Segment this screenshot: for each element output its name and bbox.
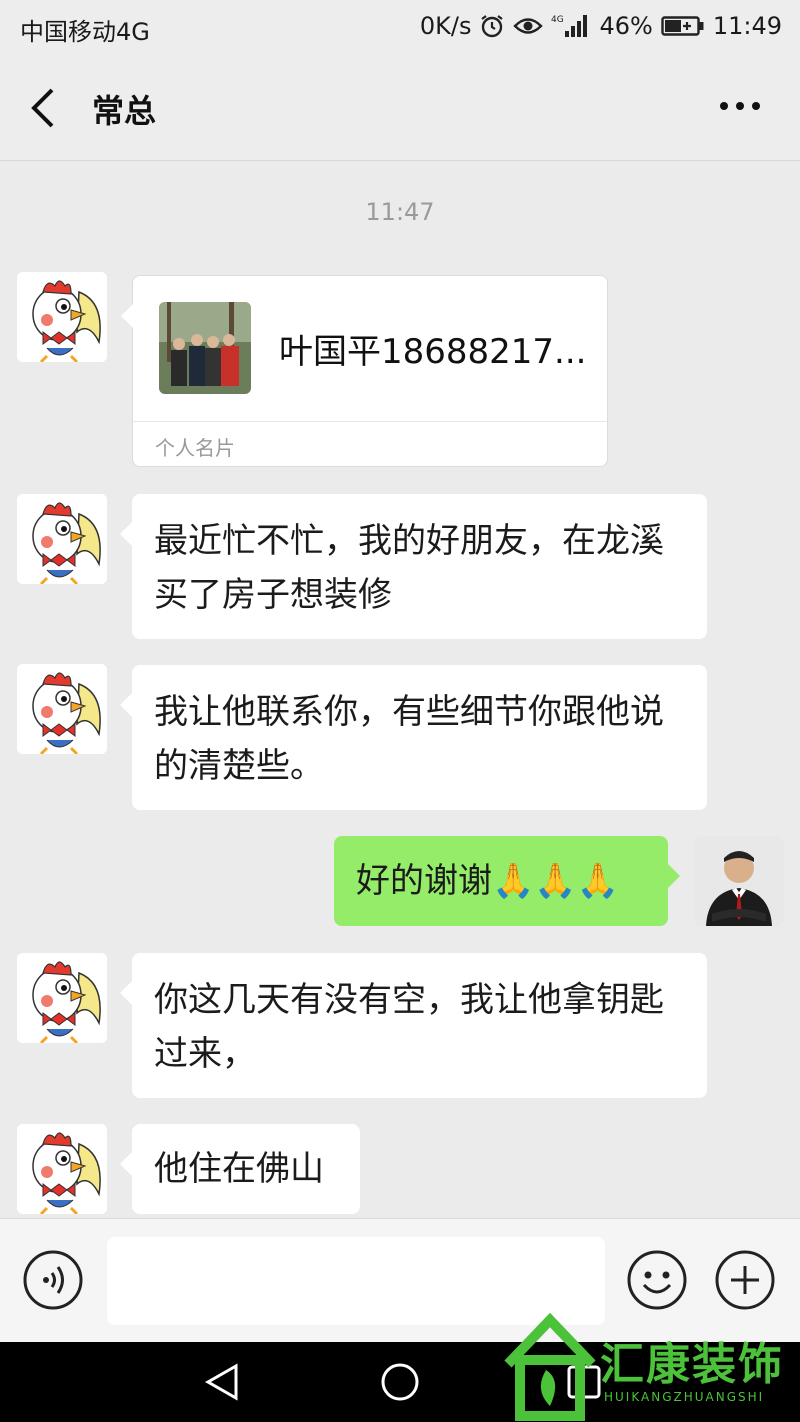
more-functions-plus-icon[interactable]: [714, 1249, 776, 1311]
sender-avatar[interactable]: [17, 272, 107, 362]
message-bubble-self[interactable]: 好的谢谢🙏🙏🙏: [334, 836, 680, 926]
battery-icon: [661, 14, 705, 38]
contact-card-label: 个人名片: [155, 436, 235, 460]
status-bar: 中国移动4G 0K/s 4G 46% 11:49: [0, 0, 800, 56]
alarm-icon: [479, 13, 505, 39]
message-bubble[interactable]: 最近忙不忙，我的好朋友，在龙溪买了房子想装修: [120, 494, 707, 639]
contact-card-divider: [133, 421, 607, 422]
watermark-house-icon: [504, 1312, 596, 1421]
nav-back-icon[interactable]: [200, 1362, 244, 1402]
nav-home-icon[interactable]: [380, 1362, 420, 1402]
message-bubble[interactable]: 我让他联系你，有些细节你跟他说的清楚些。: [120, 665, 707, 810]
emoji-icon[interactable]: [626, 1249, 688, 1311]
watermark-subtext: HUIKANGZHUANGSHI: [604, 1390, 765, 1404]
network-speed: 0K/s: [419, 12, 472, 40]
sender-avatar[interactable]: [17, 664, 107, 754]
sender-avatar[interactable]: [17, 953, 107, 1043]
message-bubble[interactable]: 他住在佛山: [120, 1124, 360, 1214]
wechat-chat-screen: 中国移动4G 0K/s 4G 46% 11:49 常总 11:47 叶国平186…: [0, 0, 800, 1422]
message-timestamp: 11:47: [365, 198, 435, 226]
watermark-text: 汇康装饰: [600, 1339, 784, 1390]
more-options-icon[interactable]: [718, 94, 762, 118]
sender-avatar[interactable]: [17, 494, 107, 584]
watermark-logo: 汇康装饰 HUIKANGZHUANGSHI: [500, 1310, 790, 1422]
chat-header: 常总: [0, 56, 800, 161]
clock: 11:49: [712, 12, 782, 40]
sender-avatar[interactable]: [17, 1124, 107, 1214]
carrier-label: 中国移动4G: [20, 18, 150, 46]
back-icon[interactable]: [26, 86, 62, 130]
contact-card-name: 叶国平18688217...: [279, 332, 587, 372]
status-right: 0K/s 4G 46% 11:49: [420, 12, 782, 40]
signal-icon: 4G: [551, 13, 591, 39]
battery-percent: 46%: [599, 12, 653, 40]
eye-icon: [513, 15, 544, 37]
contact-card-photo: [159, 302, 251, 394]
network-type-label: 4G: [551, 15, 564, 25]
contact-card[interactable]: 叶国平18688217... 个人名片: [121, 275, 608, 467]
voice-input-icon[interactable]: [22, 1249, 84, 1311]
self-avatar[interactable]: [694, 836, 784, 926]
message-bubble[interactable]: 你这几天有没有空，我让他拿钥匙过来，: [120, 953, 707, 1098]
chat-title: 常总: [92, 92, 157, 130]
